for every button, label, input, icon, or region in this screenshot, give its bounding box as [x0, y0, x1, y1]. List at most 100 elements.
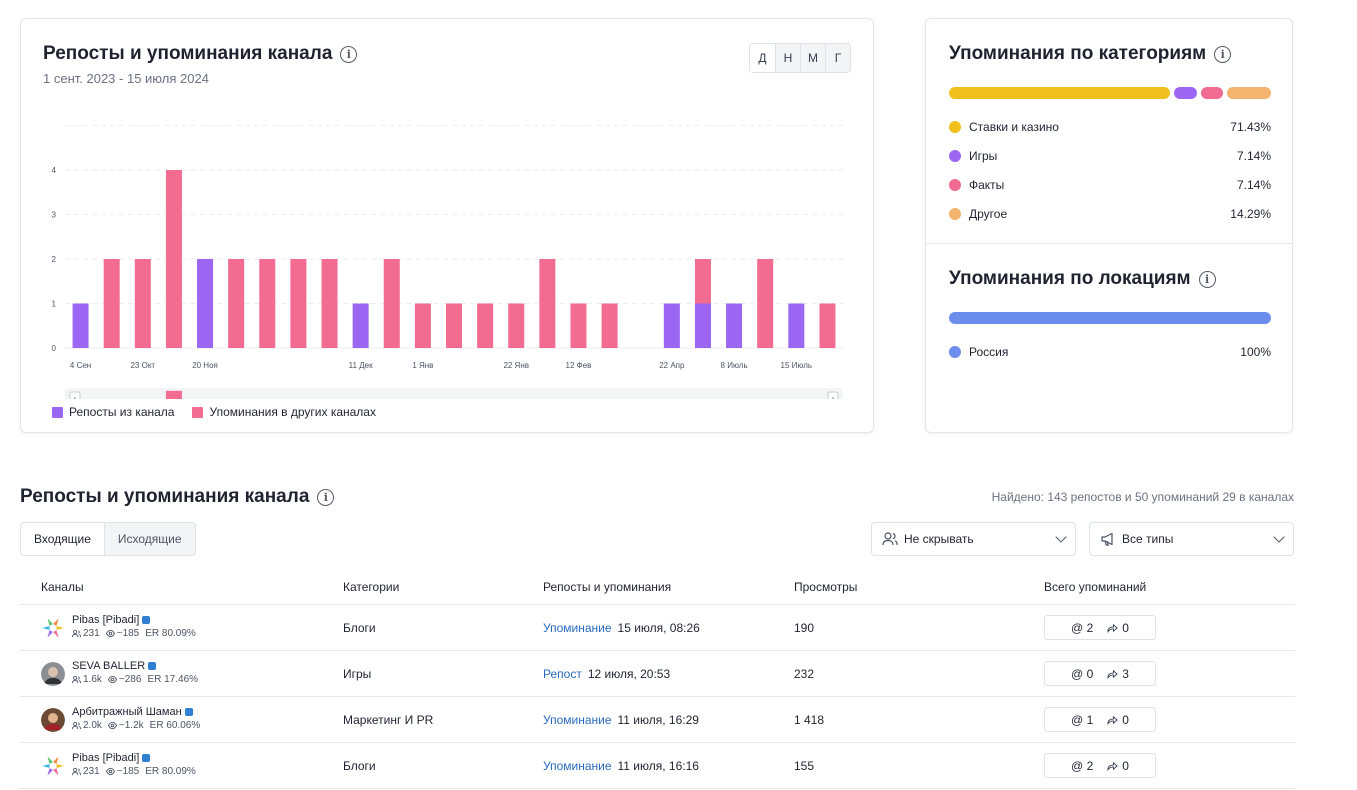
category-bar-segment[interactable] [1226, 87, 1271, 99]
column-views[interactable]: Просмотры [794, 580, 857, 594]
post-type-link[interactable]: Упоминание [543, 759, 612, 773]
location-bar-segment[interactable] [949, 312, 1271, 324]
eye-icon [107, 675, 117, 684]
subscribers-icon [72, 675, 81, 684]
category-bar-segment[interactable] [1174, 87, 1197, 99]
repost-icon [1107, 715, 1119, 725]
category-value: 71.43% [1230, 119, 1271, 134]
repost-mention-cell: Упоминание 15 июля, 08:26 [543, 605, 700, 650]
bar-mentions [757, 259, 774, 348]
chevron-down-icon [1273, 531, 1285, 543]
reposts-chart-card: Репосты и упоминания канала i 1 сент. 20… [20, 18, 874, 433]
subscribers-count: 2.0k [72, 720, 102, 731]
category-item: Другое 14.29% [949, 199, 1271, 228]
info-icon[interactable]: i [1198, 270, 1216, 288]
channel-name[interactable]: SEVA BALLER [72, 660, 157, 672]
category-item: Ставки и казино 71.43% [949, 112, 1271, 141]
post-type-link[interactable]: Упоминание [543, 713, 612, 727]
legend-item-reposts[interactable]: Репосты из канала [52, 405, 174, 419]
column-reposts-mentions[interactable]: Репосты и упоминания [543, 580, 671, 594]
engagement-rate: ER 17.46% [147, 674, 199, 685]
period-week-button[interactable]: Н [775, 44, 800, 72]
total-mentions-pill[interactable]: @ 0 3 [1044, 661, 1156, 686]
subscribers-value: 1.6k [83, 674, 102, 685]
views-count: ~286 [107, 674, 141, 685]
verified-icon [148, 662, 157, 670]
hide-filter-value: Не скрывать [904, 532, 974, 546]
info-icon[interactable]: i [340, 45, 358, 63]
type-filter-select[interactable]: Все типы [1089, 522, 1294, 556]
column-total-mentions[interactable]: Всего упоминаний [1044, 580, 1146, 594]
channel-name[interactable]: Арбитражный Шаман [72, 706, 193, 718]
table-row[interactable]: Арбитражный Шаман 2.0k ~1.2k ER 60.06% Марке… [20, 697, 1295, 743]
location-label: Россия [969, 344, 1009, 359]
period-year-button[interactable]: Г [825, 44, 850, 72]
legend-label: Репосты из канала [69, 405, 175, 419]
subscribers-icon [72, 721, 81, 730]
category-value: 14.29% [1230, 206, 1271, 221]
channel-avatar[interactable] [41, 662, 65, 686]
navigator-left-handle[interactable]: ‹ [69, 391, 81, 399]
views-count: ~185 [105, 628, 139, 639]
category-label: Игры [969, 148, 998, 163]
tab-outgoing[interactable]: Исходящие [103, 523, 195, 555]
post-type-link[interactable]: Упоминание [543, 621, 612, 635]
period-month-button[interactable]: М [800, 44, 825, 72]
channel-avatar[interactable] [41, 616, 65, 640]
legend-item-mentions[interactable]: Упоминания в других каналах [192, 405, 376, 419]
tab-incoming[interactable]: Входящие [21, 523, 104, 555]
category-bar-segment[interactable] [949, 87, 1171, 99]
locations-bar [949, 312, 1271, 324]
subscribers-count: 1.6k [72, 674, 102, 685]
total-mentions-pill[interactable]: @ 2 0 [1044, 753, 1156, 778]
info-icon[interactable]: i [317, 488, 335, 506]
repost-icon [1107, 623, 1119, 633]
reposts-count: 0 [1107, 621, 1129, 635]
table-row[interactable]: Pibas [Pibadi] 231 ~185 ER 80.09% Блоги Упоми… [20, 743, 1295, 789]
type-filter-value: Все типы [1122, 532, 1174, 546]
x-tick-label: 11 Дек [349, 361, 373, 370]
category-cell: Маркетинг И PR [343, 712, 434, 727]
channel-avatar[interactable] [41, 708, 65, 732]
table-row[interactable]: Pibas [Pibadi] 231 ~185 ER 80.09% Блоги Упоми… [20, 605, 1295, 651]
bar-reposts [352, 303, 369, 348]
x-tick-label: 22 Янв [503, 361, 529, 370]
channel-avatar[interactable] [41, 754, 65, 778]
categories-list: Ставки и казино 71.43% Игры 7.14% Факты 7.14%… [949, 112, 1271, 228]
category-bar-segment[interactable] [1200, 87, 1223, 99]
location-value: 100% [1240, 344, 1271, 359]
period-day-button[interactable]: Д [750, 44, 775, 72]
x-tick-label: 1 Янв [412, 361, 433, 370]
color-dot [949, 120, 961, 133]
post-type-link[interactable]: Репост [543, 667, 582, 681]
x-tick-label: 12 Фев [566, 361, 592, 370]
mentions-count: @ 2 [1071, 758, 1094, 773]
table-section-title: Репосты и упоминания канала i [20, 486, 335, 508]
total-mentions-pill[interactable]: @ 2 0 [1044, 615, 1156, 640]
category-value: 7.14% [1236, 177, 1271, 192]
reposts-value: 0 [1122, 758, 1129, 773]
divider [926, 243, 1292, 244]
navigator-right-handle[interactable]: › [827, 391, 839, 399]
chevron-left-icon: ‹ [74, 394, 77, 399]
categories-bar [949, 87, 1271, 99]
x-tick-label: 15 Июль [781, 361, 813, 370]
users-icon [882, 532, 898, 546]
mentions-breakdown-card: Упоминания по категориям i Ставки и кази… [925, 18, 1293, 433]
category-cell: Игры [343, 666, 372, 681]
location-item: Россия 100% [949, 337, 1271, 366]
views-cell: 155 [794, 758, 815, 773]
info-icon[interactable]: i [1214, 45, 1232, 63]
subscribers-count: 231 [72, 628, 100, 639]
subscribers-icon [72, 767, 81, 776]
channel-name[interactable]: Pibas [Pibadi] [72, 752, 151, 764]
color-dot [949, 345, 961, 358]
column-channels[interactable]: Каналы [41, 580, 84, 594]
bar-mentions [601, 303, 618, 348]
bar-chart: 0 1 2 3 4 4 Сен 23 Окт 20 Ноя 11 Дек 1 Янв 22 Янв 1… [52, 125, 843, 399]
table-row[interactable]: SEVA BALLER 1.6k ~286 ER 17.46% Игры Репост 12… [20, 651, 1295, 697]
hide-filter-select[interactable]: Не скрывать [871, 522, 1076, 556]
total-mentions-pill[interactable]: @ 1 0 [1044, 707, 1156, 732]
channel-name[interactable]: Pibas [Pibadi] [72, 614, 151, 626]
column-categories[interactable]: Категории [343, 580, 399, 594]
